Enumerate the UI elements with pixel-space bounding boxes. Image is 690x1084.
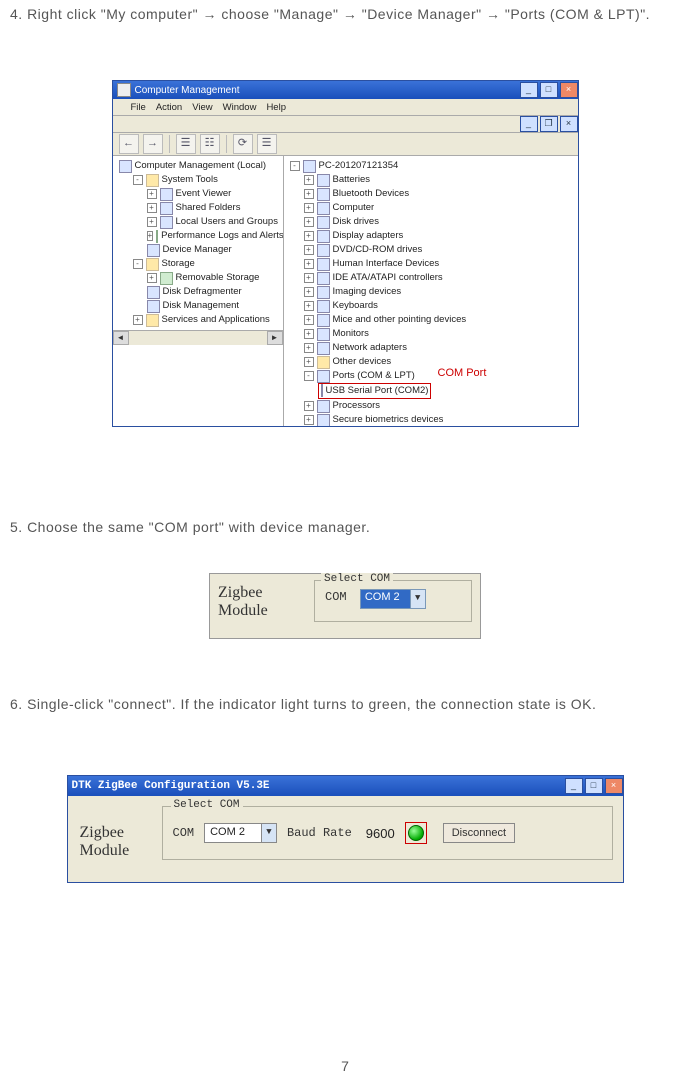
- dev-processors[interactable]: Processors: [333, 399, 381, 413]
- disconnect-button[interactable]: Disconnect: [443, 823, 515, 843]
- baud-rate-value: 9600: [366, 826, 395, 841]
- dev-mice[interactable]: Mice and other pointing devices: [333, 313, 467, 327]
- mdi-close[interactable]: ×: [560, 116, 578, 132]
- page-number: 7: [0, 1058, 690, 1074]
- dtk-com-label: COM: [173, 826, 195, 840]
- tree-local-users[interactable]: Local Users and Groups: [176, 215, 278, 229]
- back-button[interactable]: ←: [119, 134, 139, 154]
- fwd-button[interactable]: →: [143, 134, 163, 154]
- menu-action[interactable]: Action: [156, 102, 182, 113]
- close-button[interactable]: ×: [560, 82, 578, 98]
- connection-status-frame: [405, 822, 427, 844]
- dev-ide[interactable]: IDE ATA/ATAPI controllers: [333, 271, 443, 285]
- dtk-com-value: COM 2: [205, 824, 261, 842]
- dtk-side-label: Zigbee Module: [74, 806, 162, 860]
- tree-root[interactable]: Computer Management (Local): [135, 159, 266, 173]
- left-scrollbar[interactable]: ◄►: [113, 330, 283, 345]
- dev-keyboards[interactable]: Keyboards: [333, 299, 378, 313]
- chevron-down-icon[interactable]: ▼: [410, 590, 425, 608]
- cm-title: Computer Management: [135, 85, 240, 96]
- step-6-text: 6. Single-click "connect". If the indica…: [0, 694, 690, 715]
- status-led-icon: [408, 825, 424, 841]
- chevron-down-icon[interactable]: ▼: [261, 824, 276, 842]
- maximize-button[interactable]: □: [585, 778, 603, 794]
- dtk-select-com-fieldset: Select COM COM COM 2 ▼ Baud Rate 9600 Di…: [162, 806, 613, 860]
- menu-window[interactable]: Window: [223, 102, 257, 113]
- cm-menubar: File Action View Window Help: [113, 99, 578, 116]
- dev-network[interactable]: Network adapters: [333, 341, 407, 355]
- step-5-text: 5. Choose the same "COM port" with devic…: [0, 517, 690, 538]
- zigbee-label-2: Module: [218, 602, 298, 620]
- com-port-annotation: COM Port: [438, 367, 487, 379]
- baud-rate-label: Baud Rate: [287, 826, 352, 840]
- dev-other[interactable]: Other devices: [333, 355, 392, 369]
- zigbee-side-label: Zigbee Module: [210, 574, 306, 638]
- dev-usb-serial[interactable]: USB Serial Port (COM2): [326, 385, 429, 396]
- dev-pc[interactable]: PC-201207121354: [319, 159, 399, 173]
- mdi-min[interactable]: _: [520, 116, 538, 132]
- tree-shared-folders[interactable]: Shared Folders: [176, 201, 241, 215]
- minimize-button[interactable]: _: [565, 778, 583, 794]
- zigbee-label-1: Zigbee: [218, 584, 298, 602]
- dev-hid[interactable]: Human Interface Devices: [333, 257, 440, 271]
- toolbar-button[interactable]: ☰: [176, 134, 196, 154]
- dev-disk[interactable]: Disk drives: [333, 215, 379, 229]
- tree-disk-mgmt[interactable]: Disk Management: [163, 299, 240, 313]
- tree-device-manager[interactable]: Device Manager: [163, 243, 232, 257]
- dtk-com-combobox[interactable]: COM 2 ▼: [204, 823, 277, 843]
- zigbee-select-com-panel: Zigbee Module Select COM COM COM 2 ▼: [209, 573, 481, 639]
- zigbee-label-2: Module: [80, 842, 158, 860]
- maximize-button[interactable]: □: [540, 82, 558, 98]
- cm-right-tree: -PC-201207121354 +Batteries +Bluetooth D…: [284, 156, 578, 426]
- cm-left-tree: Computer Management (Local) -System Tool…: [113, 156, 284, 426]
- menu-help[interactable]: Help: [266, 102, 286, 113]
- dev-monitors[interactable]: Monitors: [333, 327, 369, 341]
- mdi-restore[interactable]: ❐: [540, 116, 558, 132]
- toolbar-button[interactable]: ☷: [200, 134, 220, 154]
- minimize-button[interactable]: _: [520, 82, 538, 98]
- com-label: COM: [325, 590, 347, 604]
- dev-ports[interactable]: Ports (COM & LPT): [333, 369, 415, 383]
- step-4-text: 4. Right click "My computer" → choose "M…: [0, 0, 690, 25]
- tree-perf-logs[interactable]: Performance Logs and Alerts: [161, 229, 283, 243]
- tree-system-tools[interactable]: System Tools: [162, 173, 218, 187]
- toolbar-button[interactable]: ☰: [257, 134, 277, 154]
- dev-dvd[interactable]: DVD/CD-ROM drives: [333, 243, 423, 257]
- tree-event-viewer[interactable]: Event Viewer: [176, 187, 232, 201]
- app-icon: [117, 83, 131, 97]
- menu-file[interactable]: File: [131, 102, 146, 113]
- refresh-button[interactable]: ⟳: [233, 134, 253, 154]
- com-combobox[interactable]: COM 2 ▼: [360, 589, 426, 609]
- dev-biometrics[interactable]: Secure biometrics devices: [333, 413, 444, 426]
- tree-defrag[interactable]: Disk Defragmenter: [163, 285, 242, 299]
- close-button[interactable]: ×: [605, 778, 623, 794]
- tree-services[interactable]: Services and Applications: [162, 313, 270, 327]
- cm-titlebar: Computer Management _ □ ×: [113, 81, 578, 99]
- zigbee-label-1: Zigbee: [80, 824, 158, 842]
- dtk-zigbee-window: DTK ZigBee Configuration V5.3E _ □ × Zig…: [67, 775, 624, 883]
- dev-bluetooth[interactable]: Bluetooth Devices: [333, 187, 410, 201]
- tree-storage[interactable]: Storage: [162, 257, 195, 271]
- com-value: COM 2: [361, 590, 410, 608]
- dtk-title: DTK ZigBee Configuration V5.3E: [72, 780, 270, 792]
- select-com-legend: Select COM: [321, 573, 393, 585]
- computer-management-window: Computer Management _ □ × File Action Vi…: [112, 80, 579, 427]
- dtk-legend: Select COM: [171, 799, 243, 811]
- menu-view[interactable]: View: [192, 102, 212, 113]
- tree-removable[interactable]: Removable Storage: [176, 271, 260, 285]
- dev-display[interactable]: Display adapters: [333, 229, 404, 243]
- dev-batteries[interactable]: Batteries: [333, 173, 371, 187]
- dev-imaging[interactable]: Imaging devices: [333, 285, 402, 299]
- dtk-titlebar: DTK ZigBee Configuration V5.3E _ □ ×: [68, 776, 623, 796]
- dev-computer[interactable]: Computer: [333, 201, 375, 215]
- mdi-bar: _ ❐ ×: [113, 116, 578, 133]
- cm-toolbar: ← → ☰ ☷ ⟳ ☰: [113, 133, 578, 156]
- select-com-fieldset: Select COM COM COM 2 ▼: [314, 580, 472, 622]
